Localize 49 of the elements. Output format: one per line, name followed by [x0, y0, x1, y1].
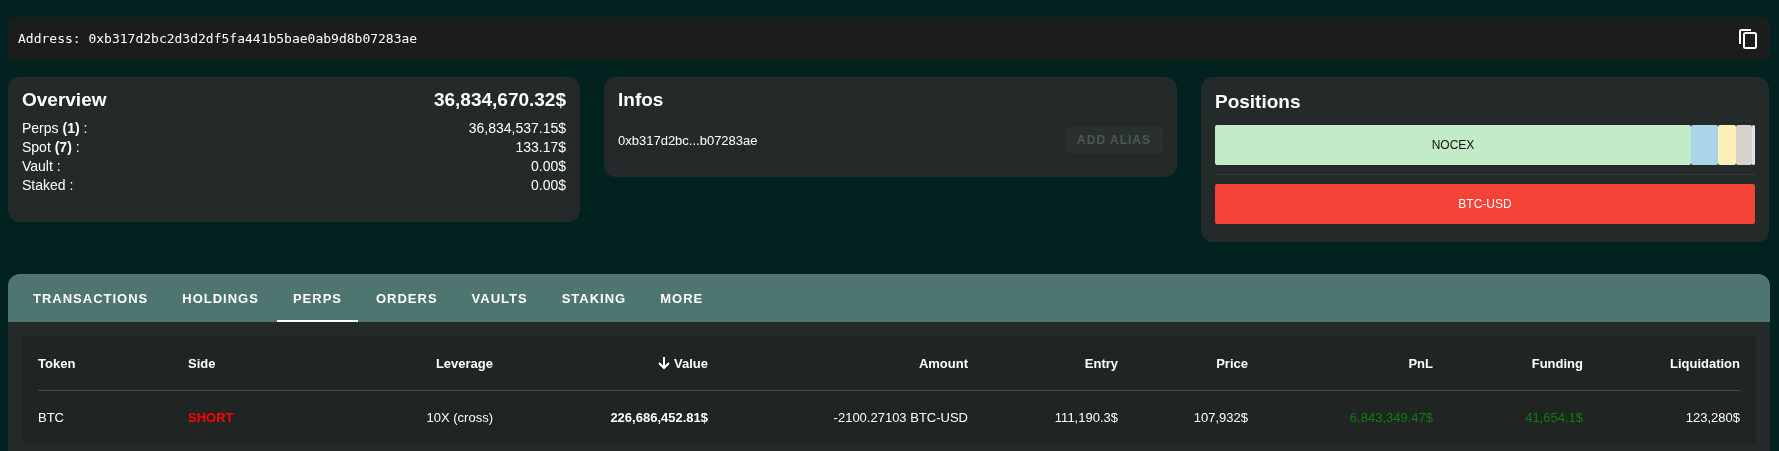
column-header[interactable]: Value	[493, 336, 708, 391]
tab[interactable]: TRANSACTIONS	[17, 274, 165, 322]
short-address: 0xb317d2bc...b07283ae	[618, 132, 758, 148]
table-cell-text: BTC	[38, 408, 65, 427]
column-header[interactable]: Price	[1118, 336, 1248, 391]
position-segment[interactable]	[1691, 125, 1718, 165]
position-segment[interactable]	[1718, 125, 1736, 165]
position-segment[interactable]: BTC-USD	[1215, 184, 1755, 224]
column-header[interactable]: Entry	[968, 336, 1118, 391]
row-label: Spot (7) :	[22, 138, 80, 157]
position-segment[interactable]	[1736, 125, 1752, 165]
row-value: 133.17$	[515, 138, 566, 157]
position-segment[interactable]: NOCEX	[1215, 125, 1691, 165]
table-cell-text: 10X (cross)	[425, 408, 493, 427]
table-cell-text: 107,932$	[1192, 408, 1248, 427]
tab[interactable]: ORDERS	[360, 274, 454, 322]
sort-arrow-icon	[657, 356, 672, 370]
position-segment[interactable]	[1752, 125, 1755, 165]
table-cell-text: 111,190.3$	[1053, 408, 1118, 427]
row-value: 0.00$	[530, 176, 566, 195]
row-label: Staked :	[22, 176, 74, 195]
table-cell-text: 41,654.1$	[1524, 408, 1583, 427]
address-text: Address: 0xb317d2bc2d3d2df5fa441b5bae0ab9d8b07283ae	[18, 31, 418, 46]
table-cell-text: SHORT	[188, 408, 235, 427]
column-header[interactable]: PnL	[1248, 336, 1433, 391]
column-header[interactable]: Token	[38, 336, 188, 391]
table-cell-text: 6,843,349.47$	[1348, 408, 1433, 427]
column-header[interactable]: Funding	[1433, 336, 1583, 391]
tab[interactable]: HOLDINGS	[166, 274, 275, 322]
row-value: 36,834,537.15$	[468, 119, 566, 138]
column-header[interactable]: Side	[188, 336, 298, 391]
table-cell-text: 123,280$	[1684, 408, 1740, 427]
tab[interactable]: MORE	[644, 274, 720, 322]
row-label: Vault :	[22, 157, 61, 176]
column-header[interactable]: Liquidation	[1583, 336, 1740, 391]
card-title: Positions	[1215, 91, 1302, 113]
tab[interactable]: VAULTS	[455, 274, 544, 322]
card-title: Overview	[22, 89, 107, 111]
table-cell-text: -2100.27103 BTC-USD	[832, 408, 968, 427]
overview-total: 36,834,670.32$	[433, 89, 566, 111]
row-value: 0.00$	[530, 157, 566, 176]
tab[interactable]: PERPS	[276, 274, 358, 322]
column-header[interactable]: Leverage	[298, 336, 493, 391]
column-header[interactable]: Amount	[708, 336, 968, 391]
table-cell-text: 226,686,452.81$	[609, 408, 708, 427]
copy-icon[interactable]	[1738, 27, 1758, 50]
card-title: Infos	[618, 89, 665, 111]
tab[interactable]: STAKING	[545, 274, 643, 322]
row-label: Perps (1) :	[22, 119, 88, 138]
